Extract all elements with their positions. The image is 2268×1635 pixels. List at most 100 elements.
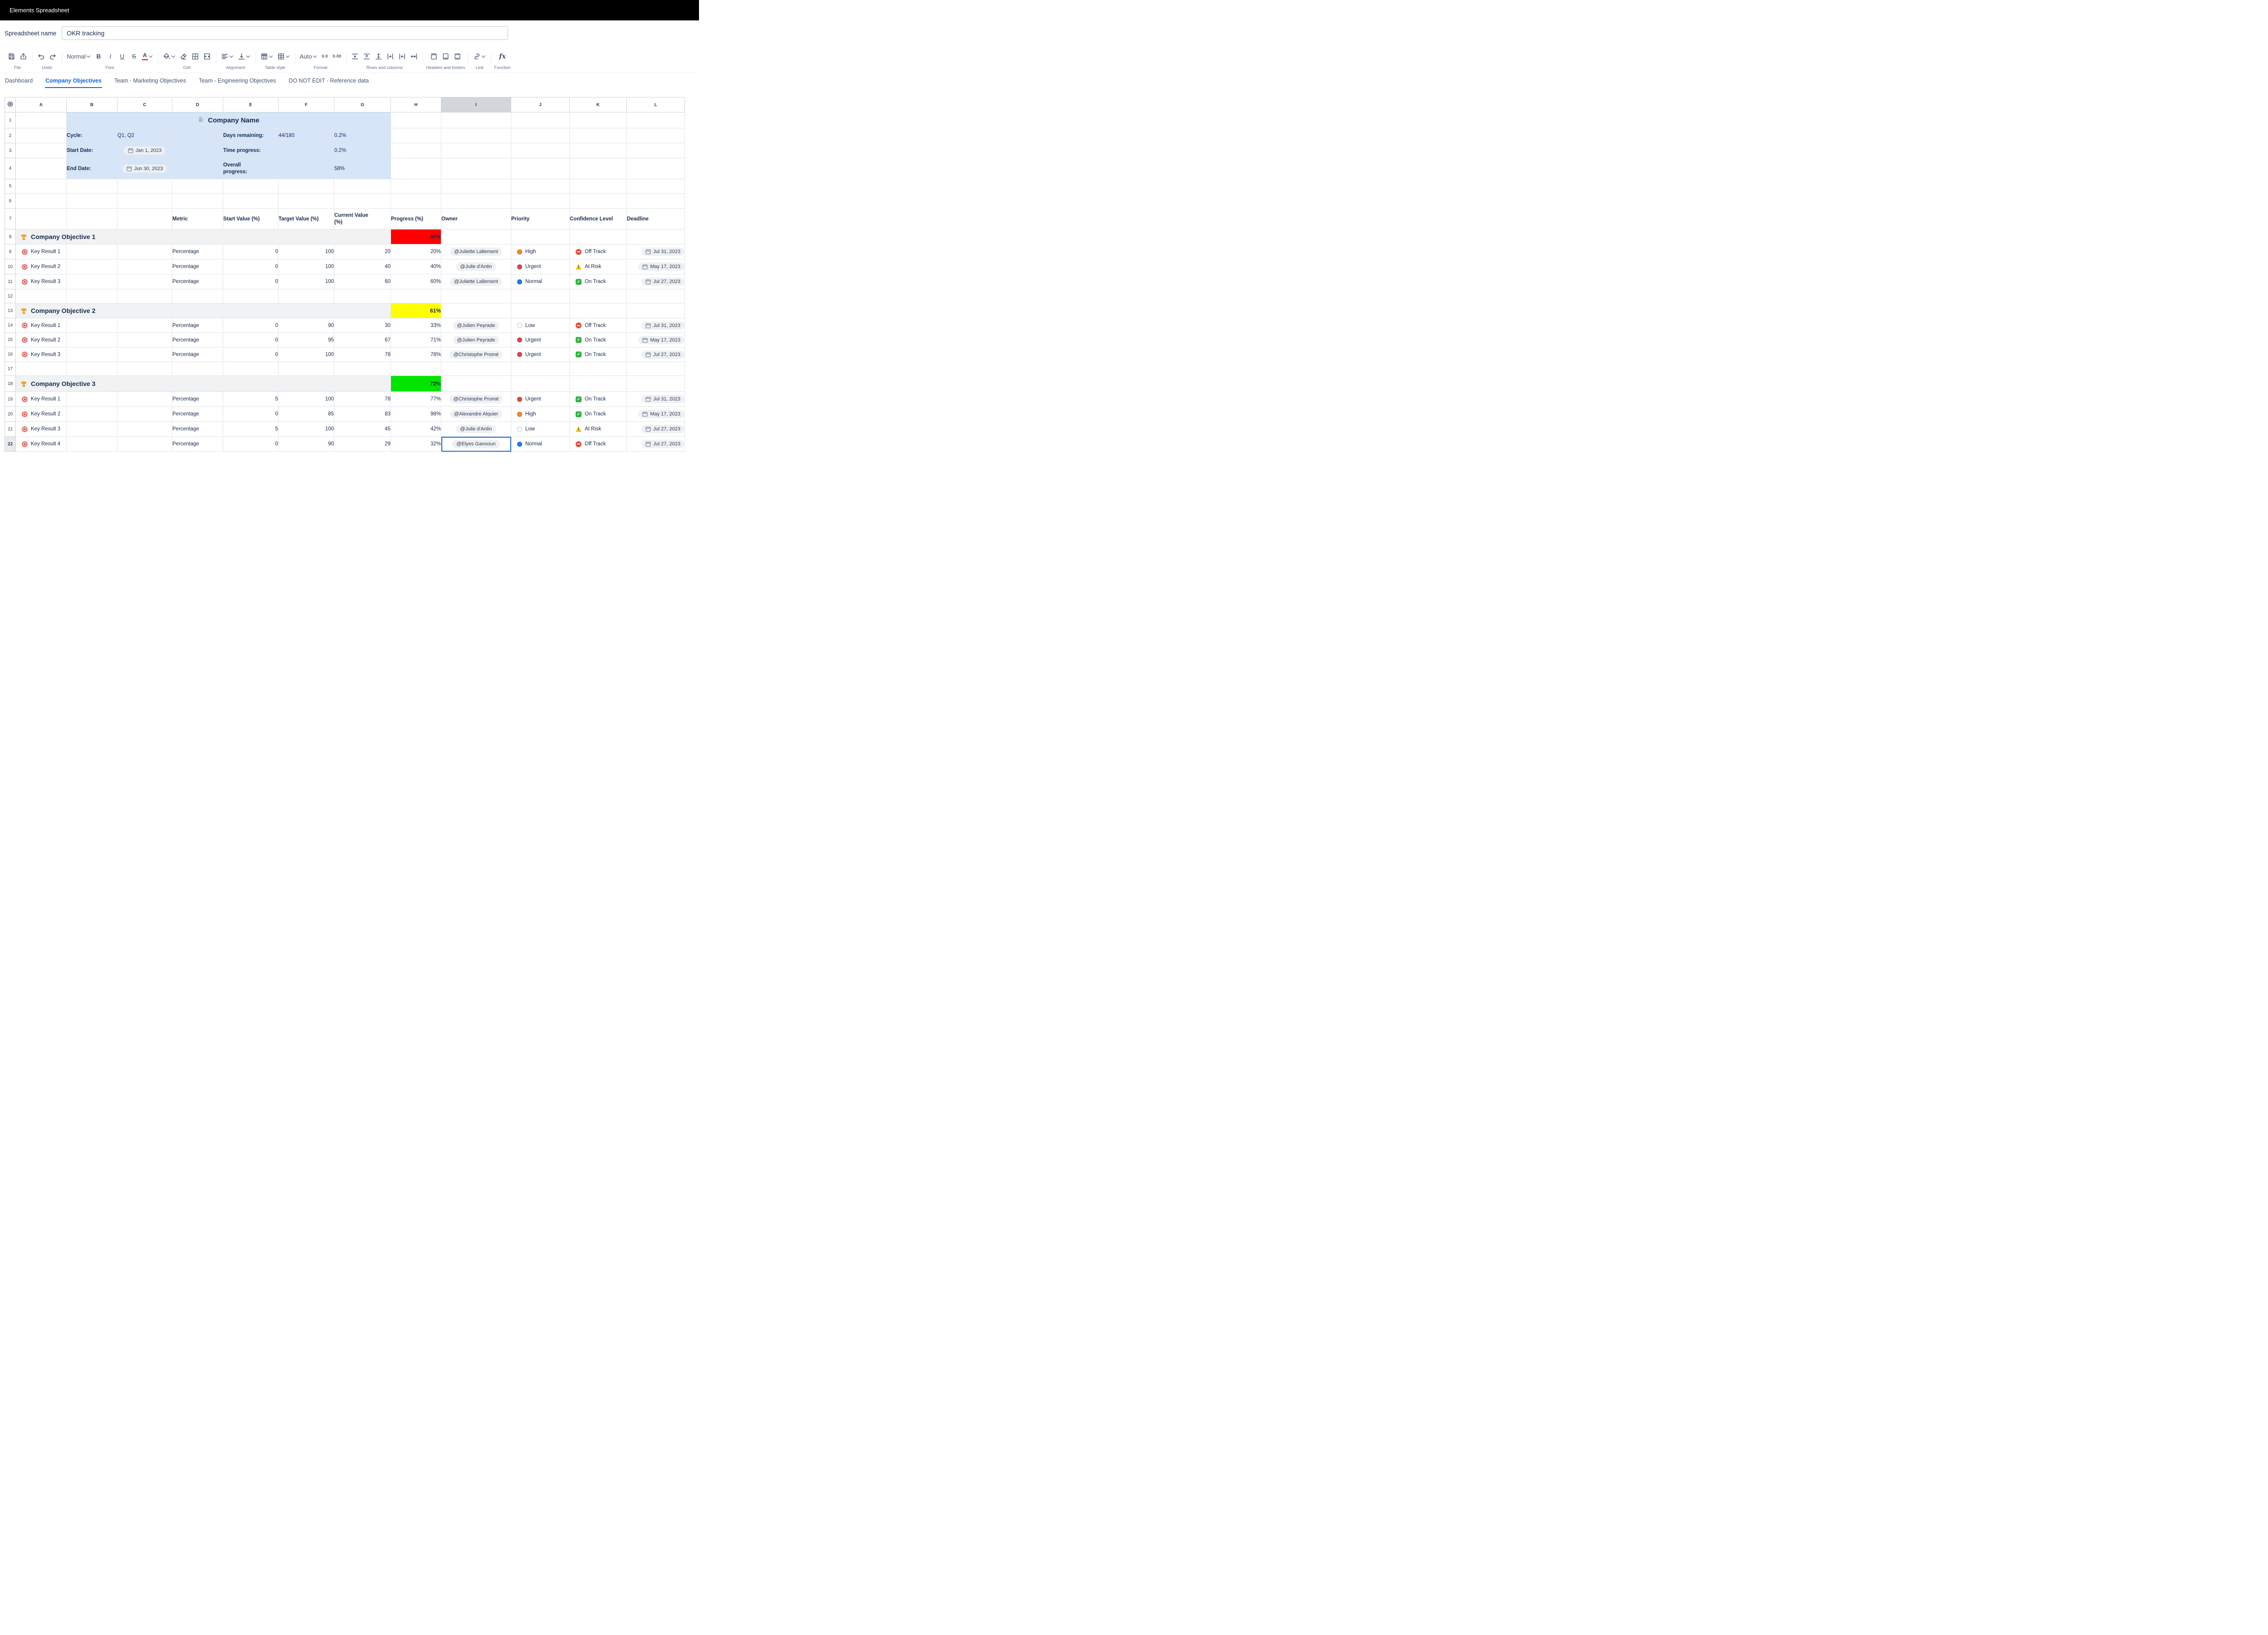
- cell[interactable]: [279, 179, 334, 194]
- cell[interactable]: [117, 333, 172, 347]
- cell[interactable]: [511, 112, 570, 128]
- cell[interactable]: [391, 158, 441, 179]
- cell-metric[interactable]: Percentage: [172, 437, 223, 452]
- number-format-select[interactable]: Auto: [298, 50, 319, 63]
- cell[interactable]: [391, 179, 441, 194]
- cell[interactable]: [67, 209, 117, 229]
- column-width-button[interactable]: [408, 50, 420, 63]
- cell-confidence[interactable]: Off Track: [570, 437, 627, 452]
- cell-header-confidence[interactable]: Confidence Level: [570, 209, 627, 229]
- cell-days-remaining-value[interactable]: 44/180: [279, 128, 334, 143]
- cell[interactable]: [16, 362, 67, 376]
- clear-formatting-button[interactable]: [178, 50, 189, 63]
- cell-key-result[interactable]: Key Result 3: [16, 422, 67, 437]
- cell-start-value[interactable]: 0: [223, 244, 279, 259]
- cell[interactable]: [511, 362, 570, 376]
- cell[interactable]: [511, 303, 570, 318]
- cell-confidence[interactable]: Off Track: [570, 244, 627, 259]
- cell-company-name[interactable]: Company Name: [67, 112, 391, 128]
- cell[interactable]: [570, 289, 627, 303]
- column-header-g[interactable]: G: [334, 98, 391, 112]
- cell[interactable]: [67, 362, 117, 376]
- tab-team-engineering-objectives[interactable]: Team - Engineering Objectives: [198, 76, 276, 88]
- cell-current-value[interactable]: 45: [334, 422, 391, 437]
- redo-button[interactable]: [47, 50, 59, 63]
- export-button[interactable]: [18, 50, 29, 63]
- cell[interactable]: [627, 158, 685, 179]
- row-header[interactable]: 19: [5, 392, 16, 407]
- cell-current-value[interactable]: 60: [334, 274, 391, 289]
- column-header-d[interactable]: D: [172, 98, 223, 112]
- cell[interactable]: [511, 128, 570, 143]
- cell-priority[interactable]: Urgent: [511, 392, 570, 407]
- cell[interactable]: [16, 289, 67, 303]
- insert-row-button[interactable]: [349, 50, 361, 63]
- save-button[interactable]: [6, 50, 17, 63]
- cell-owner[interactable]: @Julie d'Antin: [441, 422, 511, 437]
- cell-key-result[interactable]: Key Result 3: [16, 274, 67, 289]
- cell[interactable]: [391, 128, 441, 143]
- vertical-align-button[interactable]: [236, 50, 252, 63]
- cell-metric[interactable]: Percentage: [172, 318, 223, 333]
- cell-metric[interactable]: Percentage: [172, 422, 223, 437]
- row-header[interactable]: 10: [5, 259, 16, 274]
- delete-row-button[interactable]: [361, 50, 372, 63]
- delete-column-button[interactable]: [396, 50, 408, 63]
- cell[interactable]: [279, 158, 334, 179]
- cell-target-value[interactable]: 90: [279, 318, 334, 333]
- cell-current-value[interactable]: 67: [334, 333, 391, 347]
- cell-confidence[interactable]: On Track: [570, 274, 627, 289]
- cell[interactable]: [391, 289, 441, 303]
- italic-button[interactable]: I: [105, 50, 116, 63]
- cell-priority[interactable]: Normal: [511, 437, 570, 452]
- cell[interactable]: [511, 194, 570, 209]
- cell-owner[interactable]: @Julie d'Antin: [441, 259, 511, 274]
- cell-owner[interactable]: @Juliette Lallement: [441, 244, 511, 259]
- cell[interactable]: [511, 376, 570, 392]
- cell-header-target-value[interactable]: Target Value (%): [279, 209, 334, 229]
- cell[interactable]: [67, 333, 117, 347]
- cell-target-value[interactable]: 100: [279, 274, 334, 289]
- cell[interactable]: [172, 143, 223, 158]
- cell[interactable]: [627, 229, 685, 244]
- cell[interactable]: [67, 244, 117, 259]
- increase-decimal-button[interactable]: 0.0: [319, 50, 331, 63]
- cell-deadline[interactable]: May 17, 2023: [627, 333, 685, 347]
- cell-time-progress-label[interactable]: Time progress:: [223, 143, 279, 158]
- cell[interactable]: [570, 143, 627, 158]
- cell[interactable]: [117, 289, 172, 303]
- cell-deadline[interactable]: Jul 27, 2023: [627, 422, 685, 437]
- cell[interactable]: [334, 362, 391, 376]
- cell-key-result[interactable]: Key Result 3: [16, 347, 67, 362]
- column-header-i[interactable]: I: [441, 98, 511, 112]
- cell-target-value[interactable]: 100: [279, 392, 334, 407]
- cell-owner[interactable]: @Julien Peyrade: [441, 318, 511, 333]
- cell[interactable]: [570, 128, 627, 143]
- cell[interactable]: [117, 244, 172, 259]
- cell-metric[interactable]: Percentage: [172, 347, 223, 362]
- cell[interactable]: [279, 362, 334, 376]
- cell-confidence[interactable]: On Track: [570, 333, 627, 347]
- row-header[interactable]: 22: [5, 437, 16, 452]
- row-header[interactable]: 9: [5, 244, 16, 259]
- row-header[interactable]: 18: [5, 376, 16, 392]
- font-color-button[interactable]: A: [140, 50, 155, 63]
- cell[interactable]: [441, 289, 511, 303]
- cell-start-value[interactable]: 5: [223, 422, 279, 437]
- cell[interactable]: [67, 289, 117, 303]
- cell[interactable]: [511, 158, 570, 179]
- cell[interactable]: [172, 194, 223, 209]
- column-header-l[interactable]: L: [627, 98, 685, 112]
- column-header-b[interactable]: B: [67, 98, 117, 112]
- fill-color-button[interactable]: [161, 50, 177, 63]
- cell-metric[interactable]: Percentage: [172, 259, 223, 274]
- cell[interactable]: [67, 437, 117, 452]
- cell-objective-title[interactable]: Company Objective 1: [16, 229, 391, 244]
- cell[interactable]: [441, 143, 511, 158]
- cell-start-date-value[interactable]: Jan 1, 2023: [117, 143, 172, 158]
- cell-progress[interactable]: 20%: [391, 244, 441, 259]
- column-header-c[interactable]: C: [117, 98, 172, 112]
- cell[interactable]: [117, 318, 172, 333]
- merge-cells-button[interactable]: [201, 50, 213, 63]
- cell-confidence[interactable]: On Track: [570, 407, 627, 422]
